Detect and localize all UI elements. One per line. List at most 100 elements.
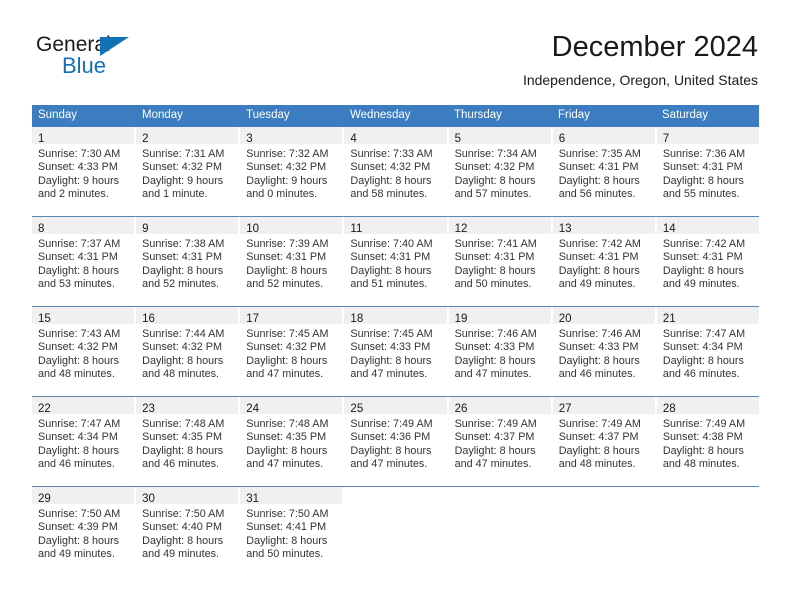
day-info: Sunrise: 7:33 AM Sunset: 4:32 PM Daylight:… — [344, 144, 446, 202]
day-cell[interactable]: 21 Sunrise: 7:47 AM Sunset: 4:34 PM Dayligh… — [656, 307, 759, 396]
day-cell[interactable]: 31 Sunrise: 7:50 AM Sunset: 4:41 PM Dayligh… — [240, 487, 345, 576]
day-cell[interactable]: 28 Sunrise: 7:49 AM Sunset: 4:38 PM Dayligh… — [656, 397, 759, 486]
day-number-band: 25 — [344, 397, 447, 415]
weekday-header-sunday: Sunday — [32, 105, 136, 127]
daylight-text-line2: and 52 minutes. — [142, 278, 219, 291]
general-blue-logo[interactable]: General Blue — [34, 34, 214, 94]
day-number-band: 18 — [344, 307, 447, 325]
title-block: December 2024 Independence, Oregon, Unit… — [523, 30, 758, 90]
day-info — [657, 504, 759, 508]
daylight-text-line1: Daylight: 8 hours — [454, 174, 536, 187]
sunset-text: Sunset: 4:41 PM — [246, 521, 327, 534]
page-subtitle: Independence, Oregon, United States — [522, 72, 758, 88]
sunset-text: Sunset: 4:31 PM — [454, 251, 535, 264]
sunrise-text: Sunrise: 7:50 AM — [246, 508, 329, 520]
day-cell[interactable]: 20 Sunrise: 7:46 AM Sunset: 4:33 PM Dayligh… — [552, 307, 657, 396]
day-number: 31 — [246, 493, 260, 505]
daylight-text-line1: Daylight: 9 hours — [142, 174, 224, 187]
sunrise-text: Sunrise: 7:46 AM — [558, 328, 641, 340]
day-cell[interactable]: 18 Sunrise: 7:45 AM Sunset: 4:33 PM Dayligh… — [344, 307, 449, 396]
day-number-band: 4 — [344, 127, 447, 145]
day-info: Sunrise: 7:49 AM Sunset: 4:38 PM Daylight:… — [657, 414, 759, 472]
day-cell[interactable]: 30 Sunrise: 7:50 AM Sunset: 4:40 PM Dayligh… — [136, 487, 241, 576]
daylight-text-line1: Daylight: 8 hours — [142, 354, 224, 367]
daylight-text-line2: and 46 minutes. — [558, 368, 636, 381]
day-info: Sunrise: 7:47 AM Sunset: 4:34 PM Daylight:… — [32, 414, 134, 472]
day-cell[interactable]: 3 Sunrise: 7:32 AM Sunset: 4:32 PM Daylight… — [240, 127, 345, 216]
day-cell[interactable]: 16 Sunrise: 7:44 AM Sunset: 4:32 PM Dayligh… — [136, 307, 241, 396]
sunset-text: Sunset: 4:38 PM — [662, 431, 743, 444]
day-cell[interactable]: 6 Sunrise: 7:35 AM Sunset: 4:31 PM Daylight… — [552, 127, 657, 216]
daylight-text-line2: and 57 minutes. — [454, 188, 532, 201]
daylight-text-line2: and 58 minutes. — [350, 188, 428, 201]
sunset-text: Sunset: 4:32 PM — [246, 341, 327, 354]
day-cell[interactable]: 27 Sunrise: 7:49 AM Sunset: 4:37 PM Dayligh… — [552, 397, 657, 486]
weekday-header-row: Sunday Monday Tuesday Wednesday Thursday… — [32, 105, 759, 127]
day-cell[interactable]: 2 Sunrise: 7:31 AM Sunset: 4:32 PM Daylight… — [136, 127, 241, 216]
day-cell[interactable]: 25 Sunrise: 7:49 AM Sunset: 4:36 PM Dayligh… — [344, 397, 449, 486]
day-number-band: 24 — [240, 397, 343, 415]
day-cell[interactable]: 14 Sunrise: 7:42 AM Sunset: 4:31 PM Dayligh… — [656, 217, 759, 306]
day-cell-empty — [448, 487, 553, 576]
day-cell[interactable]: 4 Sunrise: 7:33 AM Sunset: 4:32 PM Daylight… — [344, 127, 449, 216]
sunset-text: Sunset: 4:37 PM — [558, 431, 639, 444]
day-number: 27 — [558, 403, 572, 415]
daylight-text-line2: and 50 minutes. — [246, 548, 324, 561]
week-row: 8 Sunrise: 7:37 AM Sunset: 4:31 PM Daylight… — [32, 216, 759, 306]
day-number-band: 17 — [240, 307, 343, 325]
sunset-text: Sunset: 4:33 PM — [558, 341, 639, 354]
day-number: 13 — [558, 223, 572, 235]
day-number-band — [448, 487, 551, 504]
day-cell[interactable]: 9 Sunrise: 7:38 AM Sunset: 4:31 PM Daylight… — [136, 217, 241, 306]
daylight-text-line1: Daylight: 8 hours — [558, 444, 640, 457]
day-cell[interactable]: 10 Sunrise: 7:39 AM Sunset: 4:31 PM Dayligh… — [240, 217, 345, 306]
day-cell[interactable]: 26 Sunrise: 7:49 AM Sunset: 4:37 PM Dayligh… — [448, 397, 553, 486]
day-info: Sunrise: 7:32 AM Sunset: 4:32 PM Daylight:… — [240, 144, 342, 202]
day-cell[interactable]: 24 Sunrise: 7:48 AM Sunset: 4:35 PM Dayligh… — [240, 397, 345, 486]
day-cell[interactable]: 12 Sunrise: 7:41 AM Sunset: 4:31 PM Dayligh… — [448, 217, 553, 306]
day-cell[interactable]: 5 Sunrise: 7:34 AM Sunset: 4:32 PM Daylight… — [448, 127, 553, 216]
sunrise-text: Sunrise: 7:36 AM — [662, 148, 746, 160]
sunrise-text: Sunrise: 7:46 AM — [454, 328, 537, 340]
day-number-band: 13 — [552, 217, 655, 235]
sunset-text: Sunset: 4:31 PM — [558, 251, 639, 264]
daylight-text-line1: Daylight: 8 hours — [350, 174, 432, 187]
day-cell[interactable]: 22 Sunrise: 7:47 AM Sunset: 4:34 PM Dayligh… — [32, 397, 137, 486]
day-number-band: 26 — [448, 397, 551, 415]
day-cell[interactable]: 11 Sunrise: 7:40 AM Sunset: 4:31 PM Dayligh… — [344, 217, 449, 306]
daylight-text-line1: Daylight: 8 hours — [558, 354, 640, 367]
day-cell[interactable]: 23 Sunrise: 7:48 AM Sunset: 4:35 PM Dayligh… — [136, 397, 241, 486]
logo-text-blue: Blue — [62, 53, 107, 78]
day-number-band: 23 — [136, 397, 239, 415]
day-cell[interactable]: 13 Sunrise: 7:42 AM Sunset: 4:31 PM Dayligh… — [552, 217, 657, 306]
sunset-text: Sunset: 4:31 PM — [142, 251, 222, 264]
day-number: 6 — [558, 133, 566, 145]
day-cell[interactable]: 1 Sunrise: 7:30 AM Sunset: 4:33 PM Daylight… — [32, 127, 137, 216]
daylight-text-line1: Daylight: 8 hours — [350, 264, 432, 277]
day-cell[interactable]: 17 Sunrise: 7:45 AM Sunset: 4:32 PM Dayligh… — [240, 307, 345, 396]
day-number: 21 — [662, 313, 676, 325]
day-number: 1 — [38, 133, 45, 145]
sunset-text: Sunset: 4:35 PM — [246, 431, 327, 444]
sunrise-text: Sunrise: 7:47 AM — [662, 328, 746, 340]
day-cell[interactable]: 7 Sunrise: 7:36 AM Sunset: 4:31 PM Daylight… — [656, 127, 759, 216]
day-cell[interactable]: 29 Sunrise: 7:50 AM Sunset: 4:39 PM Dayligh… — [32, 487, 137, 576]
day-info — [553, 504, 655, 508]
day-number-band: 28 — [656, 397, 759, 415]
day-cell[interactable]: 15 Sunrise: 7:43 AM Sunset: 4:32 PM Dayligh… — [32, 307, 137, 396]
day-number-band: 14 — [656, 217, 759, 235]
day-cell[interactable]: 8 Sunrise: 7:37 AM Sunset: 4:31 PM Daylight… — [32, 217, 137, 306]
day-number-band — [552, 487, 655, 504]
day-number: 12 — [454, 223, 468, 235]
calendar-grid: Sunday Monday Tuesday Wednesday Thursday… — [32, 105, 759, 576]
day-number: 14 — [662, 223, 676, 235]
day-number: 4 — [350, 133, 357, 145]
day-info: Sunrise: 7:47 AM Sunset: 4:34 PM Daylight:… — [657, 324, 759, 382]
daylight-text-line1: Daylight: 8 hours — [142, 264, 224, 277]
weekday-header-friday: Friday — [552, 105, 656, 127]
day-cell[interactable]: 19 Sunrise: 7:46 AM Sunset: 4:33 PM Dayligh… — [448, 307, 553, 396]
sunrise-text: Sunrise: 7:34 AM — [454, 148, 537, 160]
calendar-page: General Blue December 2024 Independence,… — [0, 0, 792, 612]
sunrise-text: Sunrise: 7:49 AM — [350, 418, 433, 430]
sunset-text: Sunset: 4:32 PM — [38, 341, 118, 354]
